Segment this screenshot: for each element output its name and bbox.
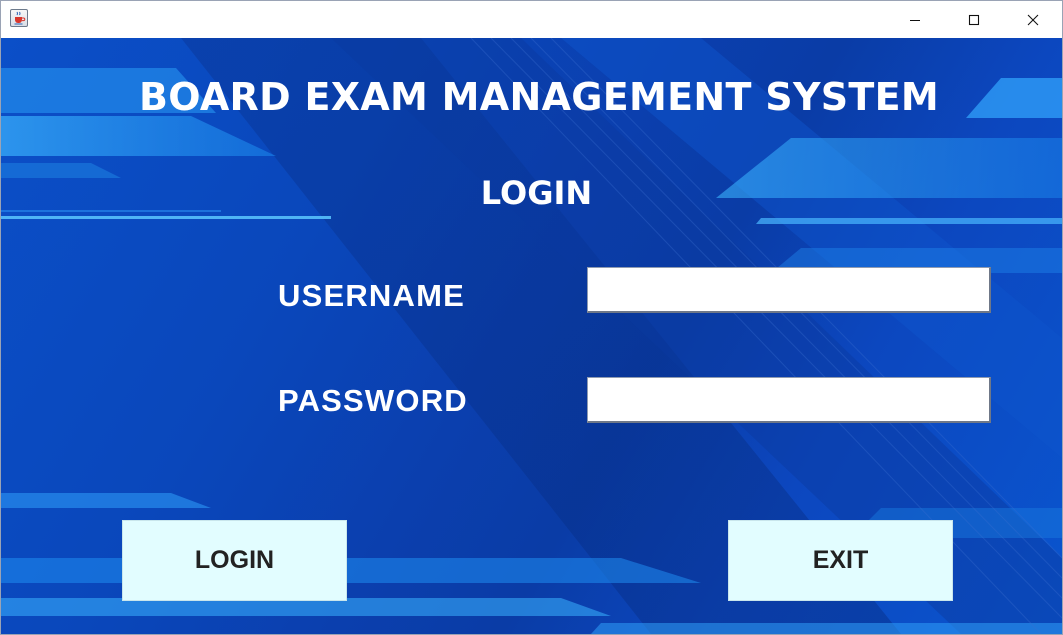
maximize-button[interactable] (951, 1, 997, 38)
maximize-icon (968, 14, 980, 25)
login-panel: BOARD EXAM MANAGEMENT SYSTEM LOGIN USERN… (1, 38, 1062, 634)
title-bar[interactable] (1, 1, 1062, 38)
login-heading: LOGIN (480, 174, 593, 212)
java-coffee-cup-icon[interactable] (10, 9, 28, 27)
page-title: BOARD EXAM MANAGEMENT SYSTEM (138, 75, 940, 119)
password-label: PASSWORD (278, 383, 468, 418)
minimize-icon (910, 19, 920, 21)
username-input[interactable] (587, 267, 991, 313)
close-icon (1027, 14, 1039, 25)
minimize-button[interactable] (892, 1, 938, 38)
close-button[interactable] (1010, 1, 1056, 38)
login-button[interactable]: LOGIN (122, 520, 347, 601)
username-label: USERNAME (278, 278, 466, 313)
login-window: BOARD EXAM MANAGEMENT SYSTEM LOGIN USERN… (0, 0, 1063, 635)
exit-button[interactable]: EXIT (728, 520, 953, 601)
password-input[interactable] (587, 377, 991, 423)
